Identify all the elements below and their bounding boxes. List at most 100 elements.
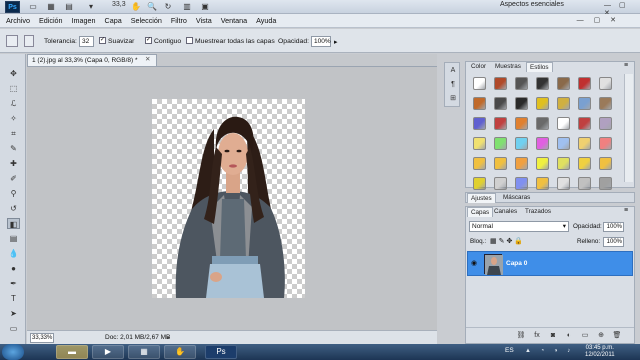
rotate-view-icon[interactable]: ↻ xyxy=(162,1,174,13)
blend-mode-select[interactable]: Normal ▾ xyxy=(469,221,569,232)
style-swatch[interactable] xyxy=(599,157,612,170)
magic-wand-tool-icon[interactable]: ✧ xyxy=(7,113,20,124)
bridge-icon[interactable]: ▭ xyxy=(26,1,40,13)
style-swatch[interactable] xyxy=(599,97,612,110)
crop-tool-icon[interactable]: ⌗ xyxy=(7,128,20,139)
sample-all-layers-checkbox[interactable] xyxy=(186,37,193,44)
opacity-dropdown-icon[interactable]: ▸ xyxy=(334,38,337,46)
link-layers-icon[interactable]: ⛓ xyxy=(516,331,526,341)
character-panel-icon[interactable]: A xyxy=(448,66,458,76)
brush-tool-icon[interactable]: ✐ xyxy=(7,173,20,184)
tab-color[interactable]: Color xyxy=(468,62,489,72)
layer-opacity-input[interactable]: 100% xyxy=(603,222,624,232)
extras-icon[interactable]: ▤ xyxy=(62,1,76,13)
dodge-tool-icon[interactable]: ● xyxy=(7,263,20,274)
adjustment-layer-icon[interactable]: ◐ xyxy=(564,331,574,341)
style-swatch[interactable] xyxy=(599,77,612,90)
style-swatch[interactable] xyxy=(557,97,570,110)
marquee-tool-icon[interactable]: ⬚ xyxy=(7,83,20,94)
style-swatch[interactable] xyxy=(536,177,549,190)
style-swatch[interactable] xyxy=(473,97,486,110)
style-swatch[interactable] xyxy=(578,157,591,170)
zoom-status-input[interactable]: 33,33% xyxy=(30,333,54,343)
canvas-viewport[interactable] xyxy=(27,66,437,330)
style-swatch[interactable] xyxy=(557,117,570,130)
style-swatch[interactable] xyxy=(599,137,612,150)
new-group-icon[interactable]: ▭ xyxy=(580,331,590,341)
photoshop-task-icon[interactable]: Ps xyxy=(205,345,237,359)
zoom-level[interactable]: 33,3 xyxy=(112,1,126,8)
minibridge-icon[interactable]: ▦ xyxy=(44,1,58,13)
style-swatch[interactable] xyxy=(515,77,528,90)
menu-filtro[interactable]: Filtro xyxy=(171,16,187,25)
pen-tool-icon[interactable]: ✒ xyxy=(7,278,20,289)
style-swatch[interactable] xyxy=(578,117,591,130)
path-selection-tool-icon[interactable]: ➤ xyxy=(7,308,20,319)
document-tab[interactable]: 1 (2).jpg al 33,3% (Capa 0, RGB/8) * xyxy=(27,54,157,66)
eraser-tool-icon[interactable]: ◧ xyxy=(7,218,20,229)
tab-capas[interactable]: Capas xyxy=(467,207,494,217)
style-swatch[interactable] xyxy=(536,97,549,110)
zoom-tool-icon[interactable]: 🔍 xyxy=(146,1,158,13)
screen-mode-icon[interactable]: ▣ xyxy=(198,1,212,13)
style-swatch[interactable] xyxy=(494,137,507,150)
layers-menu-icon[interactable]: ≡ xyxy=(624,207,628,214)
document-close-icon[interactable]: ✕ xyxy=(145,54,150,65)
history-panel-icon[interactable]: ⊞ xyxy=(448,94,458,104)
style-swatch[interactable] xyxy=(599,117,612,130)
document-canvas[interactable] xyxy=(152,99,305,298)
add-mask-icon[interactable]: ◙ xyxy=(548,331,558,341)
style-swatch[interactable] xyxy=(578,97,591,110)
style-swatch[interactable] xyxy=(578,137,591,150)
tolerance-input[interactable]: 32 xyxy=(79,36,94,47)
tab-trazados[interactable]: Trazados xyxy=(522,207,554,217)
menu-ayuda[interactable]: Ayuda xyxy=(256,16,276,25)
lasso-tool-icon[interactable]: ℒ xyxy=(7,98,20,109)
language-indicator[interactable]: ES xyxy=(505,347,514,354)
style-swatch[interactable] xyxy=(494,117,507,130)
style-swatch[interactable] xyxy=(494,97,507,110)
app-task-icon[interactable]: ▦ xyxy=(128,345,160,359)
tab-muestras[interactable]: Muestras xyxy=(492,62,524,72)
opacity-input[interactable]: 100% xyxy=(311,36,331,47)
style-swatch[interactable] xyxy=(515,97,528,110)
eye-icon[interactable]: ◉ xyxy=(471,260,479,268)
layer-style-icon[interactable]: fx xyxy=(532,331,542,341)
style-swatch[interactable] xyxy=(557,77,570,90)
style-swatch[interactable] xyxy=(599,177,612,190)
lock-icons[interactable]: ▦✎✥🔒 xyxy=(490,237,525,245)
style-swatch[interactable] xyxy=(494,157,507,170)
blur-tool-icon[interactable]: 💧 xyxy=(7,248,20,259)
style-swatch[interactable] xyxy=(536,157,549,170)
document-window-controls[interactable]: — ▢ ✕ xyxy=(577,16,620,24)
status-menu-icon[interactable]: ▸ xyxy=(167,334,170,341)
style-swatch[interactable] xyxy=(515,177,528,190)
selection-mode-icon[interactable] xyxy=(24,35,34,47)
new-layer-icon[interactable]: ⊕ xyxy=(596,331,606,341)
style-swatch[interactable] xyxy=(473,177,486,190)
tab-estilos[interactable]: Estilos xyxy=(526,62,553,72)
menu-edicion[interactable]: Edición xyxy=(39,16,63,25)
explorer-task-icon[interactable]: ▬ xyxy=(56,345,88,359)
move-tool-icon[interactable]: ✥ xyxy=(7,68,20,79)
style-swatch[interactable] xyxy=(578,77,591,90)
contiguous-checkbox[interactable]: ✓ xyxy=(145,37,152,44)
style-swatch[interactable] xyxy=(557,157,570,170)
layer-name[interactable]: Capa 0 xyxy=(506,260,527,267)
system-tray-icons[interactable]: ▲ ◔ ◑ ♪ xyxy=(525,348,574,354)
style-swatch[interactable] xyxy=(473,117,486,130)
style-swatch[interactable] xyxy=(473,77,486,90)
style-swatch[interactable] xyxy=(536,77,549,90)
paint-task-icon[interactable]: ✋ xyxy=(164,345,196,359)
menu-archivo[interactable]: Archivo xyxy=(6,16,30,25)
style-swatch[interactable] xyxy=(494,77,507,90)
style-swatch[interactable] xyxy=(515,117,528,130)
menu-ventana[interactable]: Ventana xyxy=(221,16,247,25)
panel-menu-icon[interactable]: ≡ xyxy=(624,62,628,69)
layer-row[interactable]: ◉ Capa 0 xyxy=(467,251,633,276)
trash-icon[interactable]: 🗑 xyxy=(612,331,622,341)
styles-scrollbar[interactable] xyxy=(624,74,633,182)
style-swatch[interactable] xyxy=(557,137,570,150)
tab-mascaras[interactable]: Máscaras xyxy=(500,193,533,203)
menu-seleccion[interactable]: Selección xyxy=(131,16,162,25)
